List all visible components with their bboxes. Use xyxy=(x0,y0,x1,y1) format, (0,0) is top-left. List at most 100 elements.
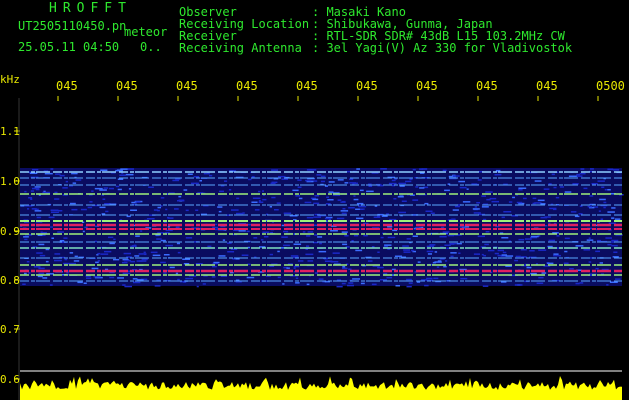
noise-speck xyxy=(136,279,144,281)
noise-speck xyxy=(236,197,240,200)
noise-speck xyxy=(398,182,407,185)
noise-speck xyxy=(477,179,482,181)
noise-speck xyxy=(209,174,213,177)
noise-speck xyxy=(293,243,302,245)
noise-speck xyxy=(452,209,459,211)
noise-speck xyxy=(262,190,264,192)
noise-speck xyxy=(526,266,532,269)
noise-speck xyxy=(36,252,43,254)
noise-speck xyxy=(380,168,387,170)
noise-speck xyxy=(406,238,411,240)
noise-speck xyxy=(379,279,387,281)
x-tick-label: 045 xyxy=(476,80,498,92)
noise-speck xyxy=(611,217,615,219)
noise-speck xyxy=(54,198,60,200)
noise-speck xyxy=(548,239,555,242)
noise-speck xyxy=(583,249,591,251)
info-value-antenna: : 3el Yagi(V) Az 330 for Vladivostok xyxy=(312,41,573,55)
noise-speck xyxy=(514,284,523,286)
noise-speck xyxy=(109,276,115,279)
noise-speck xyxy=(344,182,349,184)
noise-speck xyxy=(306,216,314,219)
noise-speck xyxy=(579,282,584,284)
noise-speck xyxy=(518,238,525,241)
mode-label: meteor xyxy=(124,25,168,39)
noise-speck xyxy=(604,189,607,191)
noise-speck xyxy=(122,272,131,275)
noise-speck xyxy=(202,283,206,285)
noise-speck xyxy=(305,179,312,182)
x-tick-label: 045 xyxy=(56,80,78,92)
filename-label: UT2505110450.pn xyxy=(18,19,127,33)
noise-speck xyxy=(94,187,103,190)
noise-speck xyxy=(353,198,359,201)
noise-speck xyxy=(134,255,140,257)
noise-speck xyxy=(574,215,580,218)
noise-speck xyxy=(572,183,579,185)
noise-speck xyxy=(488,249,495,252)
noise-speck xyxy=(127,168,134,170)
noise-speck xyxy=(87,206,93,209)
noise-speck xyxy=(231,209,239,211)
noise-speck xyxy=(34,210,42,212)
noise-speck xyxy=(72,182,77,184)
noise-speck xyxy=(556,235,560,237)
x-tick-label: 045 xyxy=(296,80,318,92)
noise-speck xyxy=(462,201,471,203)
noise-speck xyxy=(172,179,180,182)
noise-speck xyxy=(113,238,116,241)
noise-speck xyxy=(160,197,165,199)
noise-speck xyxy=(427,253,432,255)
noise-speck xyxy=(341,212,347,215)
noise-speck xyxy=(540,203,546,205)
noise-speck xyxy=(387,236,396,239)
datetime-label: 25.05.11 04:50 xyxy=(18,40,120,54)
noise-speck xyxy=(583,187,588,190)
noise-speck xyxy=(458,252,461,254)
noise-speck xyxy=(135,201,141,203)
noise-speck xyxy=(136,260,143,262)
noise-speck xyxy=(246,230,250,233)
noise-speck xyxy=(254,209,260,211)
noise-speck xyxy=(544,216,551,218)
noise-speck xyxy=(485,191,493,193)
noise-speck xyxy=(501,237,509,239)
noise-speck xyxy=(588,237,591,239)
noise-speck xyxy=(100,253,109,255)
noise-speck xyxy=(307,231,314,233)
noise-speck xyxy=(366,190,374,193)
noise-speck xyxy=(104,203,111,205)
noise-speck xyxy=(607,189,611,191)
noise-speck xyxy=(86,277,92,279)
noise-speck xyxy=(473,212,481,214)
noise-speck xyxy=(318,250,327,253)
noise-speck xyxy=(117,188,122,191)
y-tick-label: 0.8 xyxy=(0,274,20,287)
noise-speck xyxy=(207,245,212,248)
noise-speck xyxy=(351,240,354,242)
noise-speck xyxy=(277,250,280,253)
noise-speck xyxy=(218,210,222,213)
noise-speck xyxy=(330,261,339,263)
noise-speck xyxy=(328,191,334,193)
noise-speck xyxy=(307,260,314,262)
noise-speck xyxy=(518,189,523,191)
noise-speck xyxy=(386,276,393,279)
noise-speck xyxy=(177,251,181,254)
noise-speck xyxy=(613,251,618,253)
noise-speck xyxy=(51,237,54,239)
y-tick-label: 0.6 xyxy=(0,373,20,386)
noise-speck xyxy=(99,189,107,191)
x-tick-label: 045 xyxy=(416,80,438,92)
noise-speck xyxy=(236,212,244,215)
noise-speck xyxy=(44,172,53,175)
noise-speck xyxy=(42,191,50,194)
noise-speck xyxy=(324,217,331,220)
noise-speck xyxy=(521,256,527,258)
noise-speck xyxy=(169,266,175,269)
noise-speck xyxy=(252,197,261,199)
noise-speck xyxy=(340,210,349,212)
noise-speck xyxy=(195,209,199,211)
noise-speck xyxy=(102,198,106,200)
noise-speck xyxy=(421,279,428,281)
